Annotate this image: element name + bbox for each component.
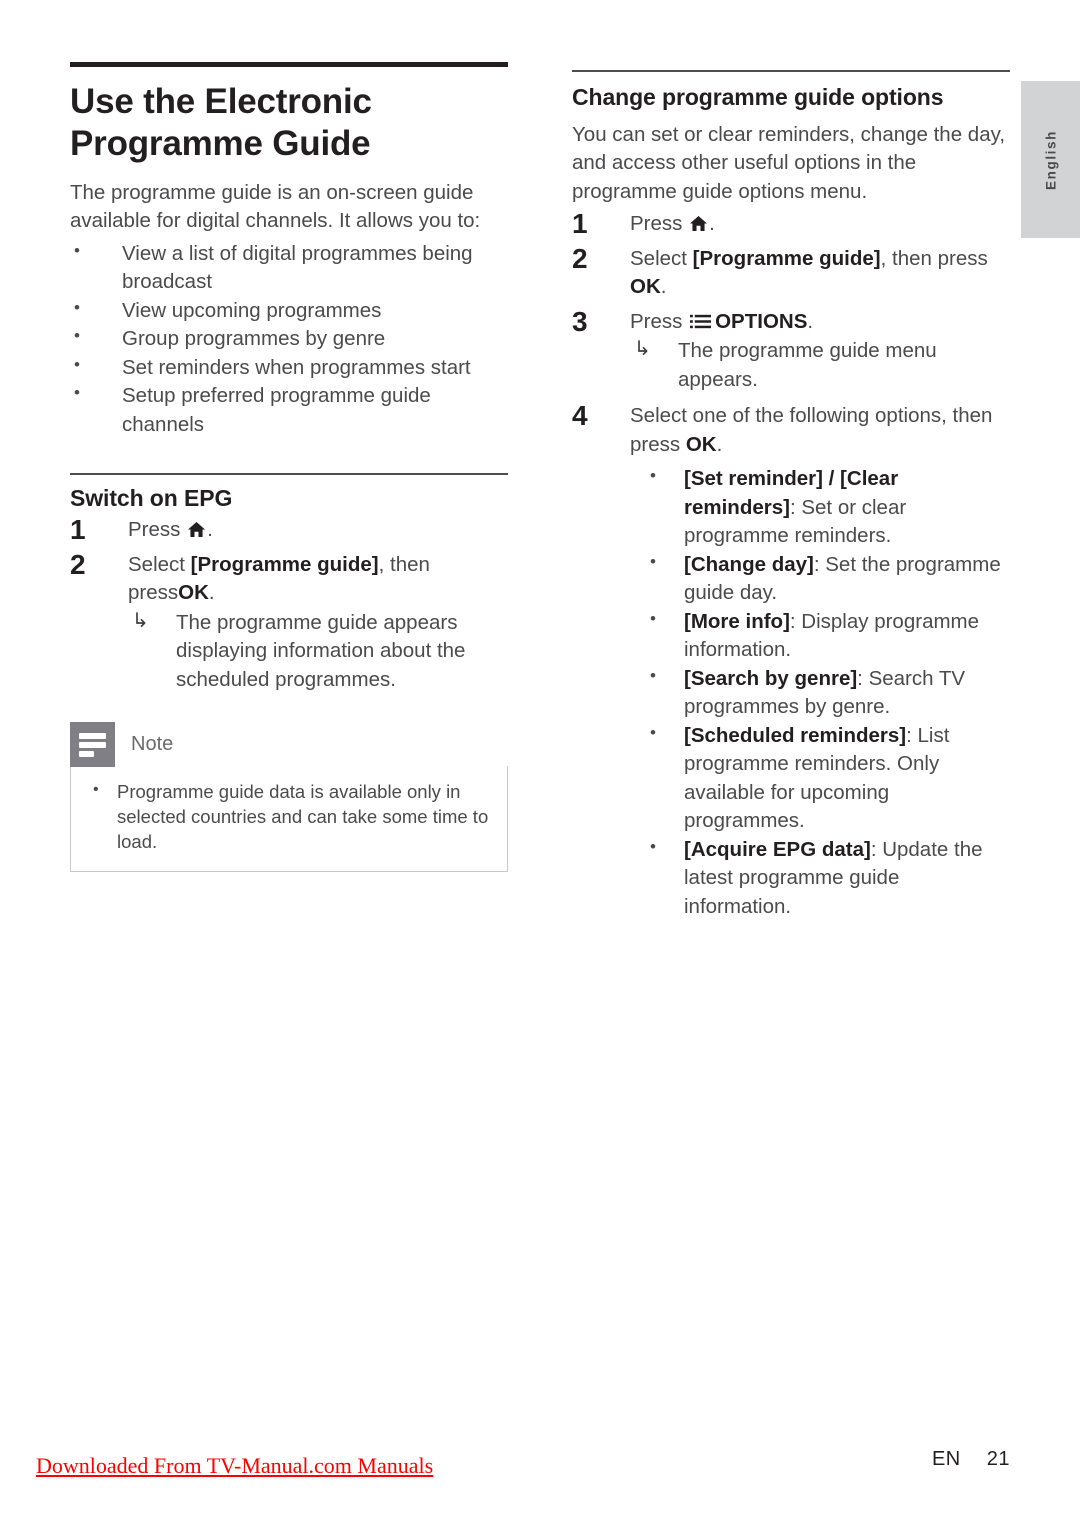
step-number: 3 <box>572 305 588 337</box>
step-item: 3 Press OPTIONS. The programme guide men… <box>572 306 1010 394</box>
step-key-label: OK <box>178 581 209 605</box>
feature-list: View a list of digital programmes being … <box>70 239 508 439</box>
step-text-mid: , then press <box>880 246 988 270</box>
note-icon <box>70 722 115 768</box>
list-item: [Change day]: Set the programme guide da… <box>630 550 1010 608</box>
step-result: The programme guide menu appears. <box>630 336 1010 394</box>
step-text-pre: Press <box>128 518 187 542</box>
step-text-pre: Select <box>630 246 693 270</box>
note-item: Programme guide data is available only i… <box>87 779 491 855</box>
left-column: Use the Electronic Programme Guide The p… <box>70 62 508 873</box>
step-text-post: . <box>207 518 213 542</box>
step-key-label: OK <box>630 275 661 299</box>
note-header: Note <box>70 722 508 768</box>
list-item: [Search by genre]: Search TV programmes … <box>630 664 1010 722</box>
option-label: [Acquire EPG data] <box>684 837 871 861</box>
document-page: English Use the Electronic Programme Gui… <box>0 0 1080 1526</box>
home-icon <box>187 518 206 538</box>
section-heading-switch-on-epg: Switch on EPG <box>70 485 233 512</box>
note-body: Programme guide data is available only i… <box>70 766 508 873</box>
step-item: 1 Press . <box>572 208 1010 239</box>
right-section-rule <box>572 70 1010 72</box>
language-tab-label: English <box>1043 129 1058 190</box>
step-item: 1 Press . <box>70 514 508 545</box>
step-number: 2 <box>572 242 588 274</box>
step-number: 1 <box>572 208 588 240</box>
language-tab: English <box>1021 81 1080 238</box>
section-rule <box>70 473 508 476</box>
step-key-label: OPTIONS <box>715 309 808 333</box>
list-item: [Acquire EPG data]: Update the latest pr… <box>630 835 1010 921</box>
step-text-pre: Press <box>630 212 689 236</box>
step-text-post: . <box>660 275 667 299</box>
step-number: 2 <box>70 548 86 580</box>
change-options-steps: 1 Press . 2 Select [Programme guide], th… <box>572 208 1010 921</box>
intro-paragraph: The programme guide is an on-screen guid… <box>70 181 481 233</box>
right-intro-paragraph: You can set or clear reminders, change t… <box>572 123 1006 203</box>
step-key-label: OK <box>685 432 717 456</box>
list-item: Set reminders when programmes start <box>70 353 508 382</box>
list-item: Setup preferred programme guide channels <box>70 381 508 439</box>
step-text-pre: Select one of the following options, the… <box>630 404 993 456</box>
step-number: 1 <box>70 514 86 546</box>
list-item: Group programmes by genre <box>70 324 508 353</box>
footer-language-code: EN <box>931 1448 961 1470</box>
step-item: 2 Select [Programme guide], then pressOK… <box>70 549 508 694</box>
downloaded-from-link[interactable]: Downloaded From TV-Manual.com Manuals <box>36 1453 433 1479</box>
right-column: Change programme guide options You can s… <box>572 70 1010 921</box>
note-box: Note Programme guide data is available o… <box>70 722 508 873</box>
step-number: 4 <box>572 400 588 432</box>
switch-on-epg-steps: 1 Press . 2 Select [Programme guide], th… <box>70 514 508 694</box>
step-result: The programme guide appears displaying i… <box>128 608 508 694</box>
footer-page-number: 21 <box>986 1448 1010 1470</box>
page-footer: EN 21 <box>932 1448 1010 1471</box>
step-item: 2 Select [Programme guide], then press O… <box>572 243 1010 302</box>
step-text-post: . <box>208 581 215 605</box>
option-label: [More info] <box>684 609 790 633</box>
step-menu-label: [Programme guide] <box>692 246 881 270</box>
step-text-post: . <box>807 309 814 333</box>
step-text-pre: Select <box>128 552 191 576</box>
page-title: Use the Electronic Programme Guide <box>70 82 372 163</box>
options-icon <box>690 310 712 329</box>
note-title: Note <box>131 733 174 756</box>
home-icon <box>689 212 708 232</box>
list-item: [Scheduled reminders]: List programme re… <box>630 721 1010 836</box>
section-heading-change-options: Change programme guide options <box>572 84 944 110</box>
list-item: [More info]: Display programme informati… <box>630 607 1010 665</box>
options-list: [Set reminder] / [Clear reminders]: Set … <box>630 464 1010 921</box>
step-text-post: . <box>709 212 715 236</box>
title-rule <box>70 62 508 67</box>
list-item: View a list of digital programmes being … <box>70 239 508 297</box>
step-item: 4 Select one of the following options, t… <box>572 400 1010 921</box>
step-menu-label: [Programme guide] <box>190 552 379 576</box>
option-label: [Change day] <box>684 552 814 576</box>
list-item: [Set reminder] / [Clear reminders]: Set … <box>630 464 1010 550</box>
option-label: [Search by genre] <box>684 666 858 690</box>
list-item: View upcoming programmes <box>70 296 508 325</box>
step-text-post: . <box>716 432 723 456</box>
option-label: [Scheduled reminders] <box>684 723 907 747</box>
step-text-pre: Press <box>630 309 689 333</box>
